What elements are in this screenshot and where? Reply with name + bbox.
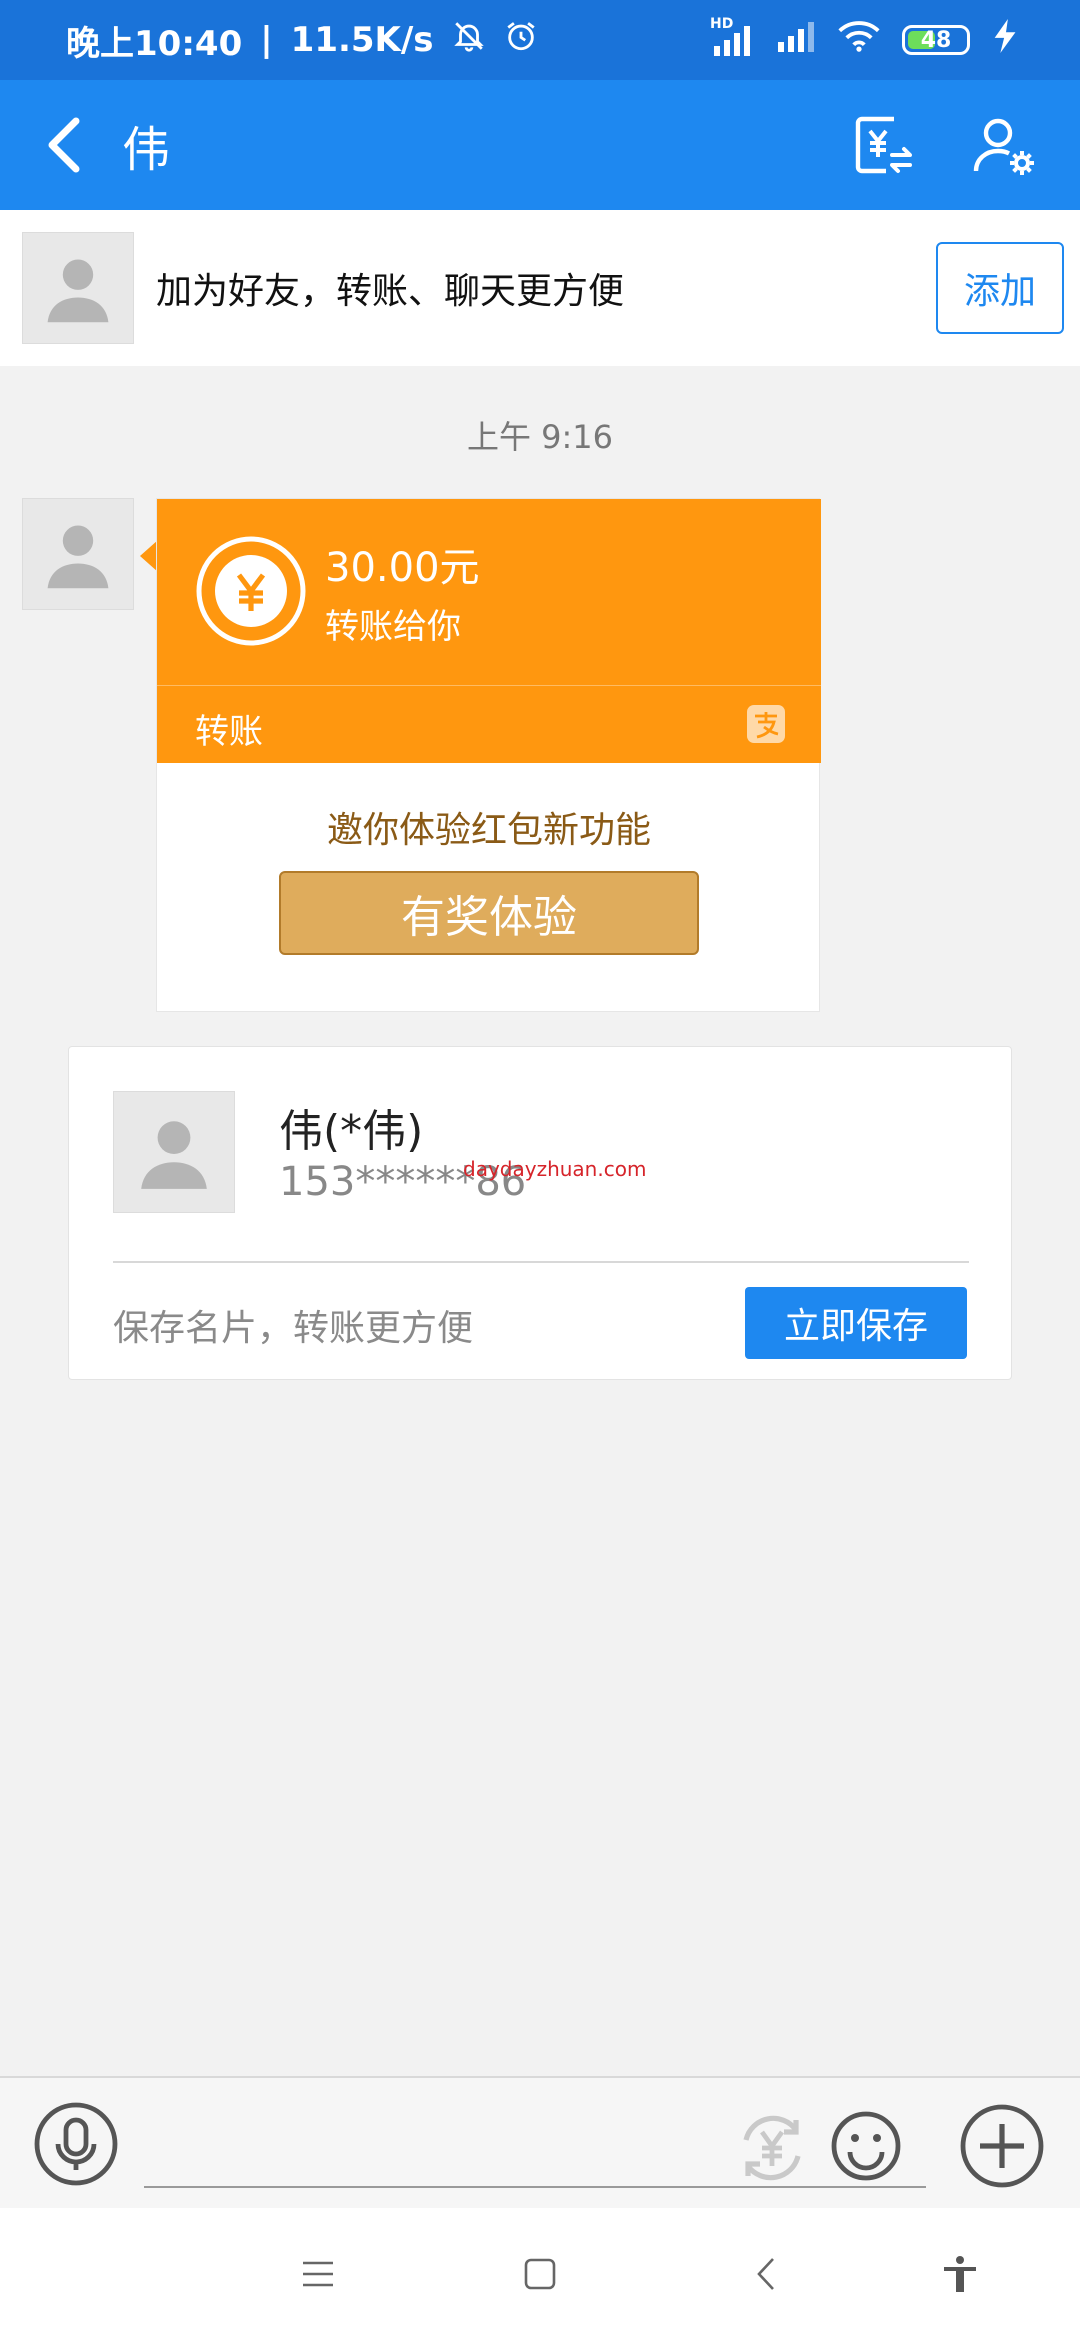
transfer-coin-icon <box>196 536 306 646</box>
back-button[interactable] <box>14 80 114 210</box>
transfer-description: 转账给你 <box>325 607 461 647</box>
alipay-icon <box>747 705 785 743</box>
status-separator: | <box>260 20 273 60</box>
user-gear-icon <box>973 118 1034 175</box>
hd-signal-icon: HD <box>710 16 754 56</box>
emoji-icon[interactable] <box>830 2110 902 2182</box>
status-bar: 晚上10:40 | 11.5K/s HD 48 <box>0 0 1080 80</box>
friend-avatar[interactable] <box>22 232 134 344</box>
status-network-speed: 11.5K/s <box>290 20 434 60</box>
chevron-left-icon <box>48 117 80 173</box>
contact-settings-button[interactable] <box>968 109 1040 181</box>
default-avatar-icon <box>47 525 109 589</box>
system-nav-bar <box>0 2208 1080 2340</box>
transfer-button[interactable] <box>846 109 918 181</box>
add-friend-bar: 加为好友，转账、聊天更方便 添加 <box>0 210 1080 366</box>
menu-icon <box>303 2261 333 2287</box>
nav-accessibility-button[interactable] <box>928 2242 992 2306</box>
battery-level: 48 <box>920 27 952 53</box>
battery-icon: 48 <box>902 25 970 55</box>
mute-bell-icon <box>452 19 486 62</box>
transfer-divider <box>157 685 821 686</box>
save-card-hint: 保存名片，转账更方便 <box>113 1308 474 1349</box>
transfer-amount: 30.00元 <box>325 545 480 591</box>
transfer-label: 转账 <box>195 712 263 752</box>
wifi-icon <box>838 20 880 61</box>
nav-menu-button[interactable] <box>286 2242 350 2306</box>
status-time: 晚上10:40 <box>66 23 243 64</box>
default-avatar-icon <box>141 1121 207 1189</box>
yuan-transfer-icon <box>855 116 912 174</box>
watermark-text: daydayzhuan.com <box>463 1157 647 1181</box>
signal-icon <box>776 20 816 61</box>
alarm-clock-icon <box>504 19 538 62</box>
sender-avatar[interactable] <box>22 498 134 610</box>
square-icon <box>524 2258 556 2290</box>
default-avatar-icon <box>47 259 109 323</box>
accessibility-icon <box>944 2256 976 2292</box>
hd-label: HD <box>710 16 734 32</box>
status-left: 晚上10:40 | 11.5K/s <box>66 16 538 65</box>
title-bar: 伟 <box>0 80 1080 210</box>
title-actions <box>846 109 1040 181</box>
transfer-header[interactable]: 30.00元 转账给你 转账 <box>157 499 821 763</box>
save-contact-button[interactable]: 立即保存 <box>745 1287 967 1359</box>
message-input-bar <box>0 2076 1080 2208</box>
add-friend-prompt: 加为好友，转账、聊天更方便 <box>156 271 625 312</box>
message-timestamp: 上午 9:16 <box>466 418 614 456</box>
chevron-left-icon <box>757 2258 774 2290</box>
promo-button[interactable]: 有奖体验 <box>279 871 699 955</box>
message-input[interactable] <box>144 2108 926 2188</box>
chat-title: 伟 <box>122 122 171 178</box>
yuan-transfer-icon[interactable] <box>736 2112 808 2184</box>
charging-icon <box>992 18 1020 62</box>
nav-home-button[interactable] <box>508 2242 572 2306</box>
contact-name: 伟(*伟) <box>279 1106 424 1157</box>
contact-avatar <box>113 1091 235 1213</box>
contact-card[interactable]: 伟(*伟) 153******86 daydayzhuan.com 保存名片，转… <box>68 1046 1012 1380</box>
add-friend-button[interactable]: 添加 <box>936 242 1064 334</box>
status-right: HD 48 <box>710 16 1020 62</box>
microphone-icon[interactable] <box>34 2102 118 2186</box>
plus-icon[interactable] <box>960 2104 1044 2188</box>
nav-back-button[interactable] <box>734 2242 798 2306</box>
transfer-message-card[interactable]: 30.00元 转账给你 转账 邀你体验红包新功能 有奖体验 <box>156 498 821 1012</box>
promo-text: 邀你体验红包新功能 <box>326 810 651 851</box>
card-divider <box>113 1261 969 1263</box>
